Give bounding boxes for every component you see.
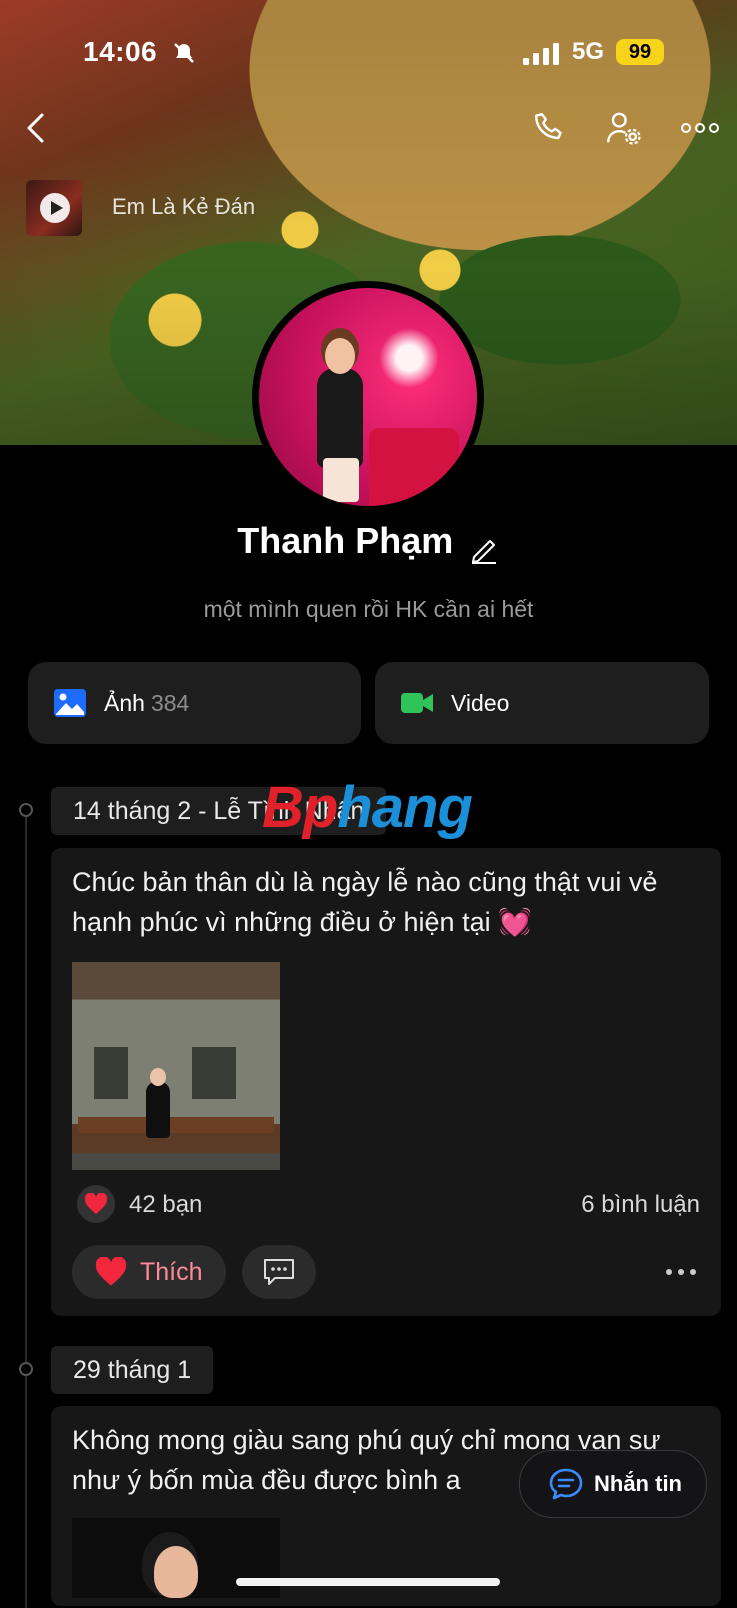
chevron-left-icon	[27, 113, 44, 143]
status-bar: 14:06 5G 99	[0, 36, 737, 72]
message-label: Nhắn tin	[594, 1471, 682, 1496]
avatar[interactable]	[252, 281, 484, 513]
message-button[interactable]: Nhắn tin	[519, 1450, 707, 1518]
watermark-logo: Bphang	[262, 775, 473, 840]
video-camera-icon	[401, 693, 433, 713]
avatar-flowers	[379, 328, 439, 388]
signal-icon	[523, 43, 559, 65]
call-button[interactable]	[530, 108, 570, 148]
timeline-dot	[19, 803, 33, 817]
video-label: Video	[451, 689, 510, 716]
avatar-person	[317, 368, 363, 468]
photos-label: Ảnh	[104, 689, 145, 716]
post-more-button[interactable]	[665, 1258, 697, 1286]
post-date: 29 tháng 1	[51, 1346, 214, 1394]
avatar-image	[259, 288, 477, 506]
image-icon	[54, 689, 86, 717]
timeline-dot	[19, 1362, 33, 1376]
reaction-badge[interactable]	[77, 1185, 115, 1223]
chat-bubble-icon	[549, 1468, 583, 1500]
comment-count[interactable]: 6 bình luận	[581, 1191, 700, 1219]
profile-name-row: Thanh Phạm	[0, 520, 737, 565]
more-horizontal-icon	[681, 123, 719, 133]
video-button[interactable]: Video	[375, 662, 709, 744]
music-title: Em Là Kẻ Đán	[112, 194, 256, 219]
more-horizontal-icon	[666, 1269, 696, 1275]
heart-icon	[84, 1193, 108, 1214]
post-photo[interactable]	[72, 962, 280, 1170]
more-options-button[interactable]	[680, 108, 720, 148]
play-icon[interactable]	[40, 193, 70, 223]
profile-name: Thanh Phạm	[237, 520, 454, 561]
post-card[interactable]: Chúc bản thân dù là ngày lễ nào cũng thậ…	[51, 848, 721, 1316]
profile-bio: một mình quen rồi HK cần ai hết	[203, 596, 534, 622]
comment-button[interactable]	[242, 1245, 316, 1299]
bell-muted-icon	[174, 43, 194, 63]
like-label: Thích	[140, 1257, 203, 1286]
pencil-icon[interactable]	[468, 533, 500, 565]
user-settings-icon	[606, 112, 641, 145]
post-photo[interactable]	[72, 1518, 280, 1598]
comment-icon	[264, 1259, 294, 1285]
network-type: 5G	[572, 38, 605, 65]
music-cover	[26, 180, 82, 236]
profile-music[interactable]: Em Là Kẻ Đán	[26, 180, 276, 238]
avatar-head	[325, 338, 355, 374]
avatar-table	[369, 428, 459, 506]
phone-icon	[535, 113, 562, 140]
profile-settings-button[interactable]	[604, 108, 644, 148]
heart-icon	[95, 1257, 127, 1286]
photos-button[interactable]: Ảnh 384	[28, 662, 361, 744]
reaction-count[interactable]: 42 bạn	[129, 1191, 202, 1219]
status-time: 14:06	[83, 36, 158, 67]
photos-count: 384	[150, 689, 190, 716]
like-button[interactable]: Thích	[72, 1245, 226, 1299]
post-text: Chúc bản thân dù là ngày lễ nào cũng thậ…	[72, 867, 658, 937]
battery-indicator: 99	[616, 39, 664, 65]
back-button[interactable]	[16, 108, 56, 148]
timeline-line	[25, 808, 27, 1608]
home-indicator[interactable]	[236, 1578, 500, 1586]
avatar-legs	[323, 458, 359, 502]
